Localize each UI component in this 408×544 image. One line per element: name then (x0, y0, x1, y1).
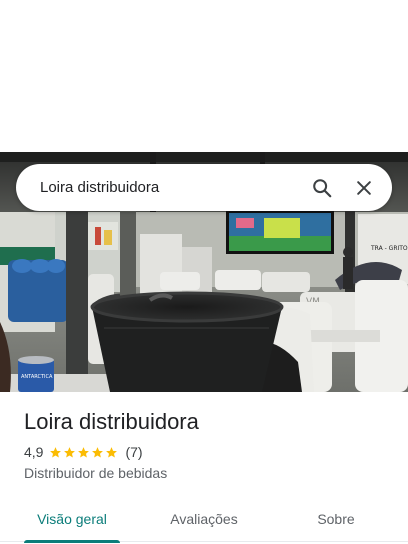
clear-search-button[interactable] (346, 170, 382, 206)
search-button[interactable] (304, 170, 340, 206)
search-icon (313, 178, 332, 197)
rating-row[interactable]: 4,9 (7) (24, 444, 143, 460)
tab-about[interactable]: Sobre (288, 496, 384, 542)
review-count[interactable]: (7) (125, 444, 142, 460)
place-name: Loira distribuidora (24, 409, 199, 434)
tab-reviews[interactable]: Avaliações (156, 496, 252, 542)
wall-sign-text: TRA - GRITO (370, 245, 408, 252)
rating-stars (49, 446, 119, 459)
close-icon (357, 180, 371, 195)
active-tab-indicator (24, 540, 120, 543)
tab-overview[interactable]: Visão geral (24, 496, 120, 543)
star-icon (92, 446, 104, 457)
place-category: Distribuidor de bebidas (24, 465, 168, 481)
search-bar[interactable]: Loira distribuidora (16, 164, 392, 211)
rating-value: 4,9 (24, 444, 44, 460)
tab-reviews-label: Avaliações (170, 511, 238, 527)
tab-overview-label: Visão geral (37, 511, 107, 527)
tab-about-label: Sobre (317, 511, 355, 527)
star-icon (64, 446, 76, 457)
star-icon (50, 446, 62, 457)
place-tabs: Visão geral Avaliações Sobre (0, 496, 408, 543)
star-icon (106, 446, 118, 457)
can-label: ANTARCTICA (21, 374, 53, 380)
search-input[interactable]: Loira distribuidora (40, 179, 298, 196)
star-icon (78, 446, 90, 457)
